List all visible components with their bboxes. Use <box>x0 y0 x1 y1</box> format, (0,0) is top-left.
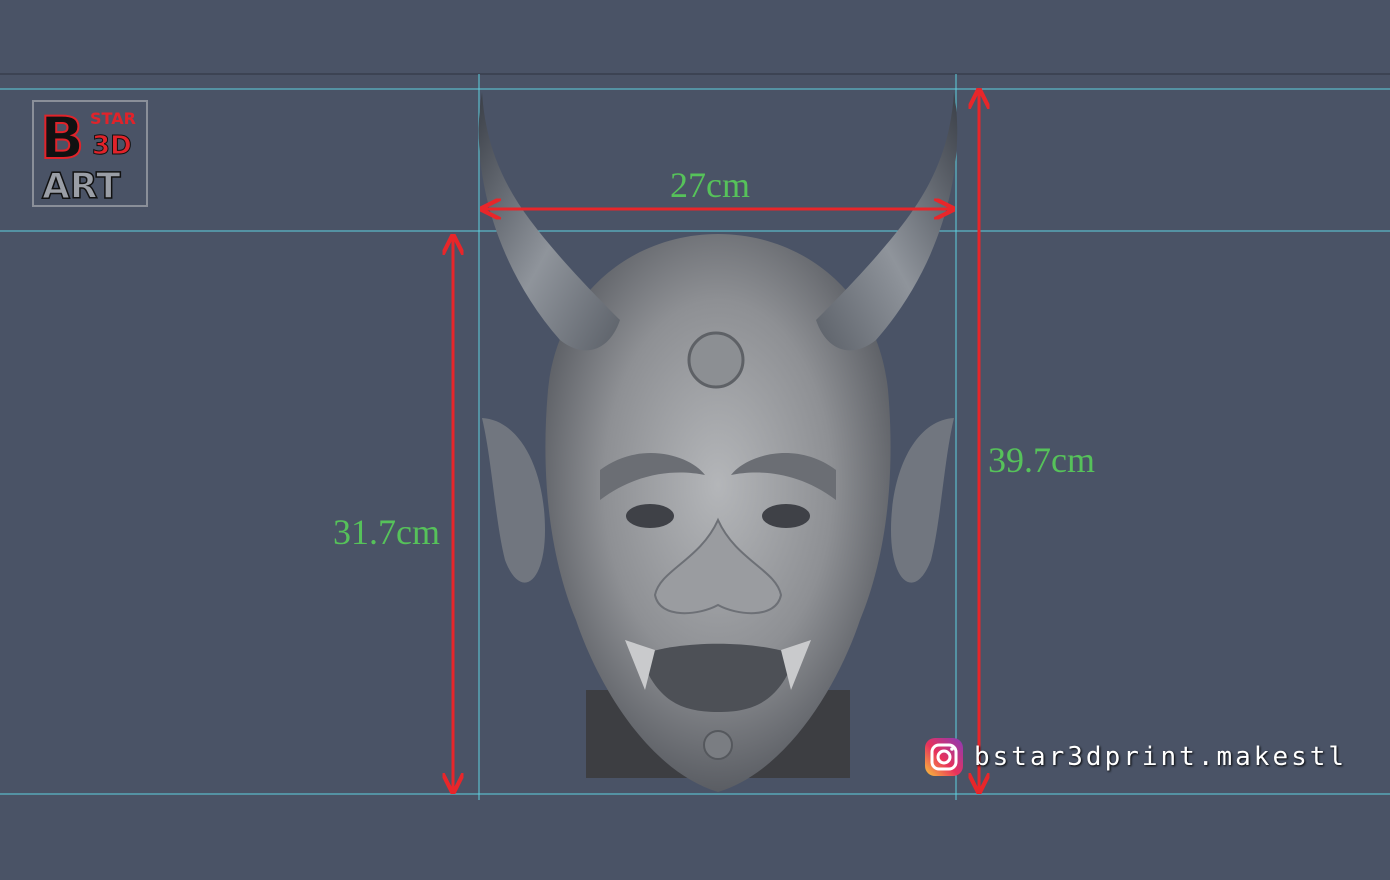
face-height-label: 31.7cm <box>333 512 440 552</box>
bstar-logo: B STAR 3D ART <box>32 100 148 207</box>
logo-3d: 3D <box>92 131 132 161</box>
instagram-credit: bstar3dprint.makestl <box>924 737 1347 777</box>
forehead-jewel <box>687 331 745 389</box>
logo-graphic: B STAR 3D ART <box>39 103 136 205</box>
left-eye <box>626 504 674 528</box>
canvas: 27cm 39.7cm 31.7cm B STAR 3D ART bstar3d… <box>0 0 1390 876</box>
right-horn <box>816 92 958 351</box>
left-ear <box>482 418 545 583</box>
right-eye <box>762 504 810 528</box>
chin-ornament <box>703 730 733 760</box>
logo-art: ART <box>42 166 121 205</box>
width-label: 27cm <box>670 165 750 205</box>
total-height-label: 39.7cm <box>988 440 1095 480</box>
logo-star: STAR <box>90 109 136 128</box>
instagram-handle: bstar3dprint.makestl <box>974 742 1348 772</box>
logo-b: B <box>40 104 84 172</box>
left-horn <box>478 92 620 351</box>
instagram-icon <box>925 738 963 776</box>
right-ear <box>891 418 954 583</box>
